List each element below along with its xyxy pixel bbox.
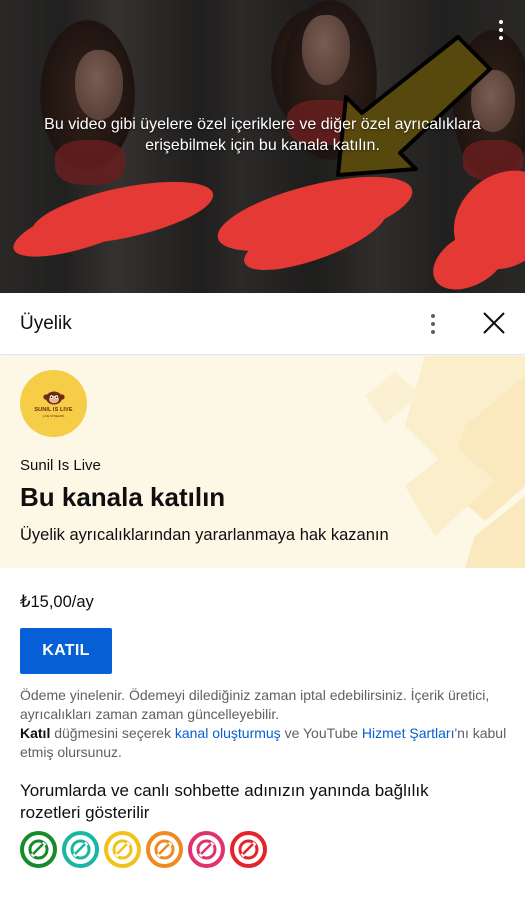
badges-perk-title: Yorumlarda ve canlı sohbette adınızın ya… bbox=[20, 781, 429, 822]
badge-yellow-icon bbox=[104, 831, 141, 868]
avatar-logo-subtext: LIVE STREAMS bbox=[42, 413, 65, 418]
close-icon[interactable] bbox=[480, 309, 508, 337]
loyalty-badges bbox=[20, 831, 267, 868]
join-button[interactable]: KATIL bbox=[20, 628, 112, 674]
kanal-olusturmus-link[interactable]: kanal oluşturmuş bbox=[175, 725, 281, 741]
badge-red-icon bbox=[230, 831, 267, 868]
membership-price: ₺15,00/ay bbox=[20, 593, 94, 611]
terms-text: düğmesini seçerek bbox=[50, 725, 175, 741]
terms-of-service-link[interactable]: Hizmet Şartları bbox=[362, 725, 455, 741]
join-title: Bu kanala katılın bbox=[20, 482, 226, 512]
panel-title: Üyelik bbox=[20, 313, 72, 334]
membership-panel-header: Üyelik bbox=[0, 293, 525, 355]
badge-pink-icon bbox=[188, 831, 225, 868]
arrow-annotation-icon bbox=[336, 35, 492, 177]
video-player[interactable]: Bu video gibi üyelere özel içeriklere ve… bbox=[0, 0, 525, 293]
membership-terms: Ödeme yinelenir. Ödemeyi dilediğiniz zam… bbox=[20, 686, 510, 762]
channel-join-hero: SUNIL IS LIVE LIVE STREAMS Sunil Is Live… bbox=[0, 356, 525, 568]
more-vertical-icon[interactable] bbox=[424, 312, 442, 336]
terms-text: Ödeme yinelenir. Ödemeyi dilediğiniz zam… bbox=[20, 687, 490, 722]
badge-teal-icon bbox=[62, 831, 99, 868]
channel-avatar[interactable]: SUNIL IS LIVE LIVE STREAMS bbox=[20, 370, 87, 437]
terms-text: ve YouTube bbox=[280, 725, 362, 741]
monkey-logo-icon bbox=[42, 391, 65, 404]
channel-name: Sunil Is Live bbox=[20, 457, 101, 474]
members-only-message: Bu video gibi üyelere özel içeriklere ve… bbox=[44, 116, 481, 154]
terms-join-word: Katıl bbox=[20, 725, 51, 741]
badge-orange-icon bbox=[146, 831, 183, 868]
more-vertical-icon[interactable] bbox=[489, 18, 513, 42]
avatar-logo-text: SUNIL IS LIVE bbox=[34, 406, 73, 413]
join-subtitle: Üyelik ayrıcalıklarından yararlanmaya ha… bbox=[20, 526, 389, 544]
decorative-pattern bbox=[365, 356, 525, 568]
badge-green-icon bbox=[20, 831, 57, 868]
